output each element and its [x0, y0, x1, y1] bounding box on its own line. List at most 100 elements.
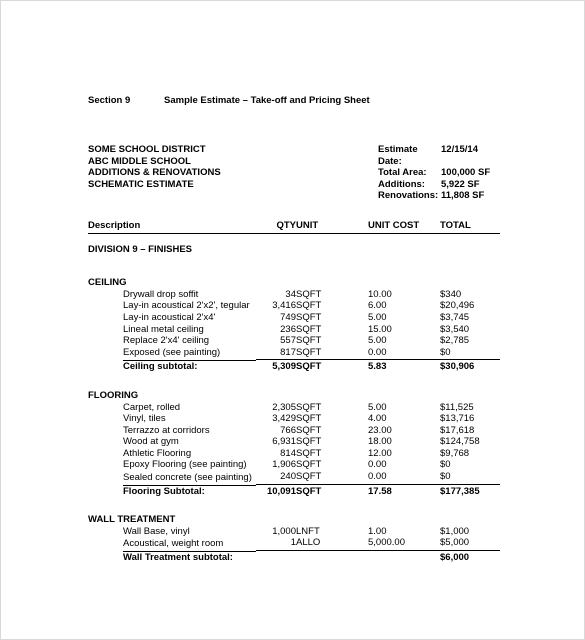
estimate-info-value: 11,808 SF: [441, 190, 485, 202]
subtotal-unit-cost: 5.83: [368, 361, 387, 373]
project-line: SOME SCHOOL DISTRICT: [88, 144, 206, 155]
estimate-sheet: Section 9 Sample Estimate – Take-off and…: [88, 95, 500, 564]
item-description: Exposed (see painting): [88, 347, 256, 362]
estimate-info-value: 5,922 SF: [441, 178, 480, 190]
document-page: Section 9 Sample Estimate – Take-off and…: [0, 0, 585, 640]
project-identity: SOME SCHOOL DISTRICT ABC MIDDLE SCHOOL A…: [88, 144, 378, 202]
item-unit: SQFT: [296, 323, 322, 335]
item-total: $340: [440, 288, 462, 300]
table-row: Lay-in acoustical 2'x4' 749 SQFT 5.00 $3…: [88, 312, 500, 324]
estimate-info-row: Total Area: 100,000 SF: [378, 167, 500, 179]
subtotal-unit: SQFT: [296, 485, 322, 497]
estimate-info-row: Estimate Date: 12/15/14: [378, 144, 500, 167]
item-qty: 1,000: [272, 525, 296, 537]
item-unit-cost: 10.00: [368, 288, 392, 300]
item-unit-cost: 0.00: [368, 346, 440, 361]
table-row: Lay-in acoustical 2'x2', tegular 3,416 S…: [88, 300, 500, 312]
item-unit: ALLO: [296, 537, 368, 552]
table-row: Exposed (see painting) 817 SQFT 0.00 $0: [88, 346, 500, 362]
subtotal-unit-cost: [368, 551, 440, 564]
item-unit-cost: 0.00: [368, 459, 387, 471]
column-header-total: TOTAL: [440, 219, 500, 234]
estimate-info-row: Renovations: 11,808 SF: [378, 190, 500, 202]
table-row: Vinyl, tiles 3,429 SQFT 4.00 $13,716: [88, 413, 500, 425]
item-qty: 3,416: [272, 300, 296, 312]
subtotal-total: $6,000: [440, 552, 470, 564]
table-row: Carpet, rolled 2,305 SQFT 5.00 $11,525: [88, 402, 500, 414]
item-unit-cost: 15.00: [368, 323, 392, 335]
subtotal-unit-cost: 17.58: [368, 485, 392, 497]
subtotal-row: Ceiling subtotal: 5,309 SQFT 5.83 $30,90…: [88, 360, 500, 373]
item-description: Sealed concrete (see painting): [88, 471, 256, 486]
subtotal-unit: [296, 551, 368, 564]
item-description: Wood at gym: [123, 436, 179, 448]
item-description: Athletic Flooring: [123, 447, 192, 459]
estimate-info-label: Renovations:: [378, 190, 439, 202]
estimate-info-label: Estimate Date:: [378, 144, 418, 167]
document-title-row: Section 9 Sample Estimate – Take-off and…: [88, 95, 500, 106]
item-description: Epoxy Flooring (see painting): [123, 459, 247, 471]
item-description: Drywall drop soffit: [123, 288, 199, 300]
section-label: Section 9: [88, 95, 131, 106]
project-line: ADDITIONS & RENOVATIONS: [88, 167, 221, 179]
table-row: Replace 2'x4' ceiling 557 SQFT 5.00 $2,7…: [88, 335, 500, 347]
item-unit-cost: 5.00: [368, 401, 387, 413]
item-total: $0: [440, 459, 451, 471]
subtotal-qty: 5,309: [272, 361, 296, 373]
group-header-row: WALL TREATMENT: [88, 514, 500, 526]
subtotal-unit: SQFT: [296, 361, 322, 373]
column-header-qty: QTY: [256, 219, 296, 234]
item-total: $3,745: [440, 311, 470, 323]
subtotal-qty: 10,091: [266, 485, 296, 497]
table-row: Athletic Flooring 814 SQFT 12.00 $9,768: [88, 448, 500, 460]
item-total: $9,768: [440, 447, 470, 459]
item-description: Lineal metal ceiling: [123, 323, 204, 335]
group-label-flooring: FLOORING: [88, 389, 139, 401]
estimate-info-label: Total Area:: [378, 167, 427, 179]
item-total: $17,618: [440, 424, 475, 436]
item-unit: LNFT: [296, 525, 320, 537]
item-qty: 34: [285, 288, 296, 300]
estimate-info-row: Additions: 5,922 SF: [378, 179, 500, 191]
item-unit-cost: 12.00: [368, 447, 392, 459]
item-qty: 1,906: [272, 459, 296, 471]
item-qty: 766: [280, 424, 296, 436]
table-row: Acoustical, weight room 1 ALLO 5,000.00 …: [88, 537, 500, 552]
item-description: Acoustical, weight room: [88, 537, 256, 552]
item-unit: SQFT: [296, 346, 368, 361]
item-qty: 236: [280, 323, 296, 335]
estimate-table: Description QTY UNIT UNIT COST TOTAL DIV…: [88, 219, 500, 564]
item-unit: SQFT: [296, 335, 322, 347]
item-unit-cost: 23.00: [368, 424, 392, 436]
subtotal-rule: [123, 484, 256, 486]
item-unit: SQFT: [296, 447, 322, 459]
subtotal-total: $177,385: [440, 485, 480, 497]
item-total: $5,000: [440, 537, 500, 552]
column-header-unit: UNIT: [296, 219, 368, 234]
item-description: Replace 2'x4' ceiling: [123, 335, 210, 347]
item-unit-cost: 6.00: [368, 300, 387, 312]
item-qty: 2,305: [272, 401, 296, 413]
item-qty: 1: [256, 537, 296, 552]
spacer-row: [88, 373, 500, 390]
item-unit: SQFT: [296, 459, 322, 471]
item-unit: SQFT: [296, 311, 322, 323]
estimate-info-value: 100,000 SF: [441, 167, 491, 179]
item-unit-cost: 5.00: [368, 335, 387, 347]
item-unit: SQFT: [296, 401, 322, 413]
estimate-info-label: Additions:: [378, 178, 425, 190]
item-unit-cost: 4.00: [368, 413, 387, 425]
item-total: $0: [440, 471, 500, 485]
spacer-row: [88, 497, 500, 514]
item-total: $1,000: [440, 525, 470, 537]
item-total: $124,758: [440, 436, 480, 448]
item-total: $20,496: [440, 300, 475, 312]
estimate-info-value: 12/15/14: [441, 144, 478, 155]
item-unit-cost: 5,000.00: [368, 537, 440, 552]
division-label: DIVISION 9 – FINISHES: [88, 243, 192, 255]
item-unit-cost: 18.00: [368, 436, 392, 448]
item-unit-cost: 0.00: [368, 471, 440, 485]
item-qty: 749: [280, 311, 296, 323]
item-unit-cost: 1.00: [368, 525, 387, 537]
subtotal-row: Flooring Subtotal: 10,091 SQFT 17.58 $17…: [88, 484, 500, 497]
